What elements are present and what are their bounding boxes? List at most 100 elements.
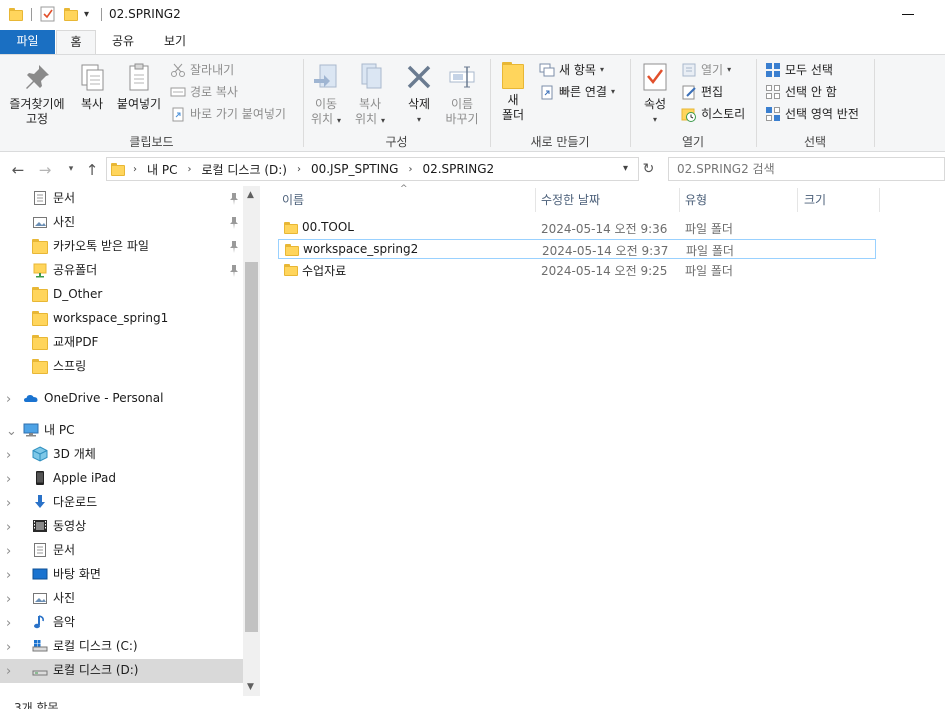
tab-home[interactable]: 홈 [56, 30, 96, 55]
up-arrow-icon[interactable]: ↑ [83, 161, 101, 179]
select-all-button[interactable]: 모두 선택 [765, 61, 833, 79]
chevron-right-icon[interactable]: › [6, 544, 11, 559]
chevron-right-icon[interactable]: › [6, 592, 11, 607]
nav-quick-item[interactable]: 문서 [32, 187, 75, 209]
nav-quick-item[interactable]: 교재PDF [32, 331, 98, 353]
video-icon [32, 518, 48, 534]
drive-c-icon [32, 638, 48, 654]
search-input[interactable]: 02.SPRING2 검색 [668, 157, 945, 181]
chevron-right-icon[interactable]: › [133, 164, 137, 175]
chevron-right-icon[interactable]: › [187, 164, 191, 175]
nav-quick-item[interactable]: D_Other [32, 283, 102, 305]
breadcrumb-drive-d[interactable]: 로컬 디스크 (D:) [201, 161, 286, 178]
paste-shortcut-button[interactable]: 바로 가기 붙여넣기 [170, 105, 286, 123]
new-folder-quick-icon[interactable] [64, 7, 78, 21]
tab-share[interactable]: 공유 [103, 30, 143, 54]
breadcrumb-jsp-spting[interactable]: 00.JSP_SPTING [311, 162, 398, 176]
column-header-type[interactable]: 유형 [681, 188, 798, 212]
nav-quick-item[interactable]: workspace_spring1 [32, 307, 168, 329]
chevron-right-icon[interactable]: › [297, 164, 301, 175]
file-row[interactable]: workspace_spring2 2024-05-14 오전 9:37 파일 … [278, 239, 876, 259]
copy-path-label: 경로 복사 [190, 85, 238, 99]
address-dropdown-icon[interactable]: ▾ [623, 163, 628, 174]
easy-access-button[interactable]: 빠른 연결 ▾ [539, 83, 615, 101]
nav-item-label: workspace_spring1 [53, 311, 169, 325]
file-row[interactable]: 수업자료 2024-05-14 오전 9:25 파일 폴더 [278, 260, 876, 280]
nav-quick-item[interactable]: 카카오톡 받은 파일 [32, 235, 149, 257]
address-bar[interactable]: › 내 PC › 로컬 디스크 (D:) › 00.JSP_SPTING › 0… [106, 157, 639, 181]
nav-pc-item[interactable]: 사진 [32, 587, 75, 609]
minimize-button[interactable] [902, 14, 914, 15]
copy-to-button[interactable]: 복사 위치 ▾ [350, 61, 390, 128]
delete-button[interactable]: 삭제 ▾ [399, 61, 439, 127]
nav-this-pc[interactable]: 내 PC [23, 419, 74, 441]
refresh-icon[interactable]: ↻ [640, 157, 657, 181]
cut-label: 잘라내기 [190, 63, 235, 77]
chevron-right-icon[interactable]: › [6, 520, 11, 535]
column-header-modified[interactable]: 수정한 날짜 [537, 188, 680, 212]
chevron-right-icon[interactable]: › [6, 448, 11, 463]
edit-button[interactable]: 편집 [681, 83, 723, 101]
copy-label: 복사 [80, 97, 104, 111]
copy-button[interactable]: 복사 [72, 61, 112, 112]
nav-item-label: 로컬 디스크 (C:) [53, 639, 138, 653]
nav-pc-item[interactable]: 동영상 [32, 515, 86, 537]
nav-pc-item[interactable]: 로컬 디스크 (D:) [32, 659, 138, 681]
rename-button[interactable]: 이름 바꾸기 [442, 61, 482, 127]
nav-pc-item[interactable]: 음악 [32, 611, 75, 633]
breadcrumb-this-pc[interactable]: 내 PC [147, 161, 177, 178]
forward-arrow-icon[interactable]: → [36, 161, 54, 179]
nav-quick-item[interactable]: 공유폴더 [32, 259, 97, 281]
paste-shortcut-label: 바로 가기 붙여넣기 [190, 107, 286, 121]
chevron-right-icon[interactable]: › [6, 664, 11, 679]
nav-quick-item[interactable]: 사진 [32, 211, 75, 233]
chevron-right-icon[interactable]: › [6, 568, 11, 583]
column-header-size[interactable]: 크기 [800, 188, 880, 212]
cut-button[interactable]: 잘라내기 [170, 61, 234, 79]
properties-button[interactable]: 속성 ▾ [636, 61, 674, 127]
back-arrow-icon[interactable]: ← [9, 161, 27, 179]
chevron-right-icon[interactable]: › [408, 164, 412, 175]
chevron-right-icon[interactable]: › [6, 616, 11, 631]
file-row[interactable]: 00.TOOL 2024-05-14 오전 9:36 파일 폴더 [278, 218, 876, 238]
chevron-down-icon[interactable]: ⌄ [6, 424, 17, 439]
nav-onedrive[interactable]: OneDrive - Personal [23, 387, 163, 409]
invert-selection-button[interactable]: 선택 영역 반전 [765, 105, 859, 123]
delete-dropdown-icon[interactable]: ▾ [399, 112, 439, 127]
nav-pc-item[interactable]: Apple iPad [32, 467, 116, 489]
move-to-button[interactable]: 이동 위치 ▾ [306, 61, 346, 128]
scroll-up-icon[interactable]: ▲ [247, 190, 254, 200]
chevron-right-icon[interactable]: › [6, 496, 11, 511]
pin-quick-access-button[interactable]: 즐겨찾기에 고정 [4, 61, 70, 127]
tab-view[interactable]: 보기 [155, 30, 195, 54]
column-header-name[interactable]: 이름 [278, 188, 536, 212]
breadcrumb-spring2[interactable]: 02.SPRING2 [422, 162, 494, 176]
properties-quick-icon[interactable] [40, 6, 55, 22]
scrollbar-thumb[interactable] [245, 262, 258, 632]
recent-locations-icon[interactable]: ▾ [62, 164, 80, 174]
copy-path-button[interactable]: 경로 복사 [170, 83, 238, 101]
nav-quick-item[interactable]: 스프링 [32, 355, 86, 377]
nav-pc-item[interactable]: 3D 개체 [32, 443, 96, 465]
new-folder-button[interactable]: 새 폴더 [494, 61, 532, 123]
chevron-right-icon[interactable]: › [6, 472, 11, 487]
quick-access-dropdown-icon[interactable]: ▾ [84, 9, 89, 20]
folder-icon [284, 263, 298, 276]
nav-pc-item[interactable]: 로컬 디스크 (C:) [32, 635, 138, 657]
history-button[interactable]: 히스토리 [681, 105, 745, 123]
paste-button[interactable]: 붙여넣기 [114, 61, 164, 112]
picture-icon [32, 214, 48, 230]
tab-file[interactable]: 파일 [0, 30, 55, 54]
chevron-right-icon[interactable]: › [6, 392, 11, 407]
chevron-right-icon[interactable]: › [6, 640, 11, 655]
open-button[interactable]: 열기 ▾ [681, 61, 731, 79]
nav-pc-item[interactable]: 다운로드 [32, 491, 97, 513]
select-none-button[interactable]: 선택 안 함 [765, 83, 837, 101]
new-item-button[interactable]: 새 항목 ▾ [539, 61, 604, 79]
nav-scrollbar[interactable]: ▲ ▼ [243, 186, 260, 696]
file-type: 파일 폴더 [685, 222, 733, 236]
scroll-down-icon[interactable]: ▼ [247, 682, 254, 692]
properties-dropdown-icon[interactable]: ▾ [636, 112, 674, 127]
nav-pc-item[interactable]: 바탕 화면 [32, 563, 101, 585]
nav-pc-item[interactable]: 문서 [32, 539, 75, 561]
